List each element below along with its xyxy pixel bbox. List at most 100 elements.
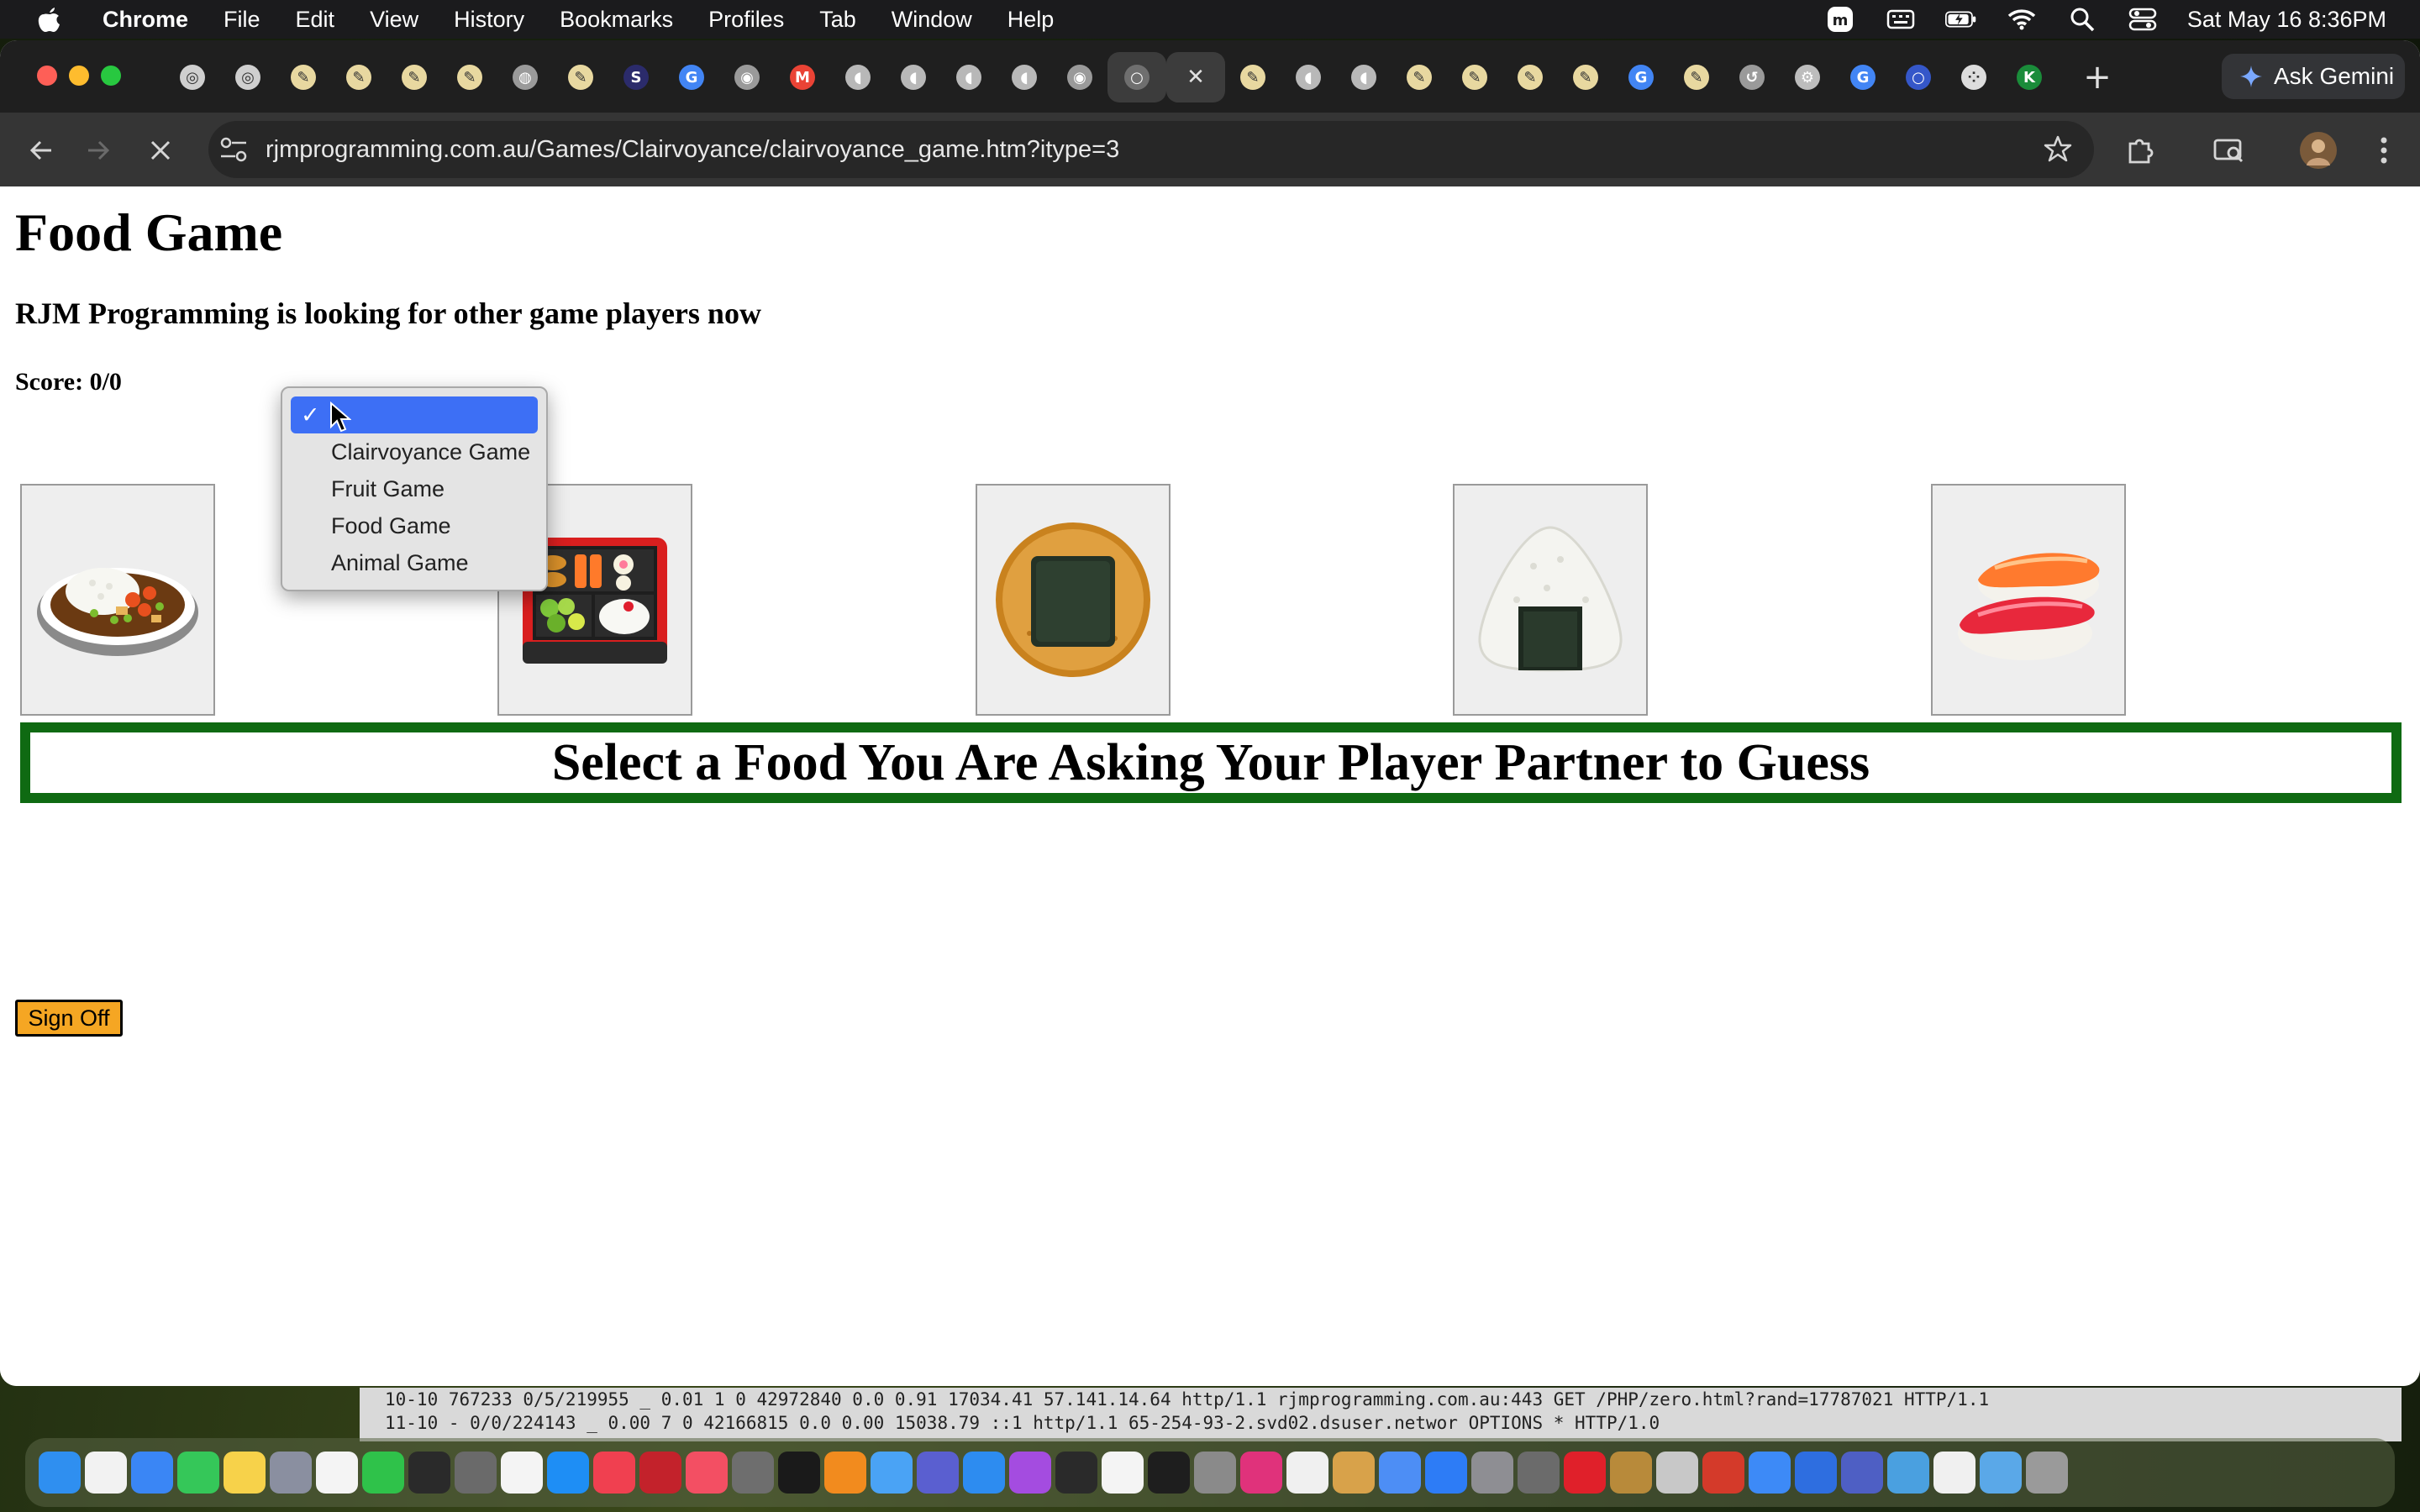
browser-tab[interactable]: K	[2002, 52, 2057, 102]
textedit-icon[interactable]	[501, 1452, 543, 1494]
mastodon-status-icon[interactable]: m	[1824, 7, 1856, 32]
browser-tab[interactable]: ✎	[1392, 52, 1447, 102]
news-icon[interactable]	[593, 1452, 635, 1494]
browser-tab[interactable]: G	[664, 52, 719, 102]
food-card-curry-rice[interactable]	[20, 484, 215, 716]
browser-tab[interactable]: ◉	[1052, 52, 1107, 102]
music-icon[interactable]	[686, 1452, 728, 1494]
freeform-icon[interactable]	[316, 1452, 358, 1494]
opera-icon[interactable]	[1564, 1452, 1606, 1494]
menu-help[interactable]: Help	[1007, 7, 1055, 33]
teams-icon[interactable]	[1841, 1452, 1883, 1494]
browser-tab[interactable]: G	[1613, 52, 1669, 102]
terminal-icon[interactable]	[408, 1452, 450, 1494]
menu-bookmarks[interactable]: Bookmarks	[560, 7, 673, 33]
archive-icon[interactable]	[1610, 1452, 1652, 1494]
browser-tab[interactable]: ✎	[331, 52, 387, 102]
keychain-icon[interactable]	[1887, 1452, 1929, 1494]
windows-icon[interactable]	[1795, 1452, 1837, 1494]
safari-icon[interactable]	[963, 1452, 1005, 1494]
browser-tab[interactable]: ✎	[1558, 52, 1613, 102]
sign-off-button[interactable]: Sign Off	[15, 1000, 123, 1037]
xcode-icon[interactable]	[1749, 1452, 1791, 1494]
browser-tab[interactable]: ✎	[276, 52, 331, 102]
magnifier-icon[interactable]	[1194, 1452, 1236, 1494]
firefox-icon[interactable]	[824, 1452, 866, 1494]
game-select-dropdown[interactable]: ✓ Clairvoyance Game Fruit Game Food Game…	[281, 386, 548, 591]
filezilla-icon[interactable]	[639, 1452, 681, 1494]
browser-tab[interactable]: ◖	[830, 52, 886, 102]
browser-tab[interactable]: ◎	[165, 52, 220, 102]
browser-tab[interactable]: ◖	[886, 52, 941, 102]
dropdown-option-food-game[interactable]: Food Game	[291, 507, 538, 544]
wifi-icon[interactable]	[2006, 7, 2038, 32]
control-center-icon[interactable]	[2127, 7, 2159, 32]
spotlight-search-icon[interactable]	[2066, 7, 2098, 32]
elephant-dock-icon[interactable]	[1656, 1452, 1698, 1494]
terminal2-icon[interactable]	[1148, 1452, 1190, 1494]
forward-arrow-icon[interactable]	[79, 131, 118, 170]
bookmark-star-icon[interactable]	[2044, 134, 2072, 167]
dropdown-option-fruit-game[interactable]: Fruit Game	[291, 470, 538, 507]
browser-tab[interactable]: M	[775, 52, 830, 102]
browser-tab[interactable]: ○	[1107, 52, 1166, 102]
menu-view[interactable]: View	[370, 7, 418, 33]
extensions-puzzle-icon[interactable]	[2121, 131, 2160, 170]
chrome-helper-icon[interactable]	[1333, 1452, 1375, 1494]
browser-tab[interactable]: ✎	[1447, 52, 1502, 102]
reminders-icon[interactable]	[85, 1452, 127, 1494]
profile-avatar[interactable]	[2299, 131, 2338, 170]
browser-tab[interactable]: S	[608, 52, 664, 102]
menu-window[interactable]: Window	[892, 7, 972, 33]
finder-icon[interactable]	[39, 1452, 81, 1494]
launchpad-icon[interactable]	[270, 1452, 312, 1494]
browser-tab[interactable]: ○	[1891, 52, 1946, 102]
browser-tab[interactable]: ✎	[1225, 52, 1281, 102]
stop-loading-icon[interactable]	[141, 131, 180, 170]
menubar-clock[interactable]: Sat May 16 8:36PM	[2187, 7, 2386, 33]
url-text[interactable]: rjmprogramming.com.au/Games/Clairvoyance…	[266, 121, 1119, 178]
browser-tab[interactable]: ◖	[1336, 52, 1392, 102]
bbedit-icon[interactable]	[917, 1452, 959, 1494]
chrome-dock-icon[interactable]	[1379, 1452, 1421, 1494]
browser-tab[interactable]: ◖	[997, 52, 1052, 102]
ask-gemini-button[interactable]: Ask Gemini	[2222, 54, 2405, 99]
battery-icon[interactable]	[1944, 7, 1977, 32]
trash-icon[interactable]	[2026, 1452, 2068, 1494]
appletv-icon[interactable]	[778, 1452, 820, 1494]
kebab-menu-icon[interactable]	[2365, 131, 2403, 170]
messages-icon[interactable]	[177, 1452, 219, 1494]
calendar-icon[interactable]	[1102, 1452, 1144, 1494]
dropdown-option-animal-game[interactable]: Animal Game	[291, 544, 538, 581]
dropdown-option-blank[interactable]: ✓	[291, 396, 538, 433]
podcasts-icon[interactable]	[1009, 1452, 1051, 1494]
site-settings-icon[interactable]	[218, 135, 249, 168]
tab-search-icon[interactable]	[2210, 131, 2249, 170]
preview-icon[interactable]	[1286, 1452, 1328, 1494]
settings-icon[interactable]	[1471, 1452, 1513, 1494]
dropdown-option-clairvoyance-game[interactable]: Clairvoyance Game	[291, 433, 538, 470]
apple-icon[interactable]	[30, 6, 69, 33]
browser-tab[interactable]: ⚙	[1780, 52, 1835, 102]
window-minimize-button[interactable]	[69, 66, 89, 86]
menu-file[interactable]: File	[224, 7, 260, 33]
browser-tab[interactable]: ◍	[497, 52, 553, 102]
browser-tab[interactable]: ✎	[553, 52, 608, 102]
browser-tab[interactable]: G	[1835, 52, 1891, 102]
appstore-icon[interactable]	[547, 1452, 589, 1494]
facetime-icon[interactable]	[362, 1452, 404, 1494]
browser-tab[interactable]: ✎	[1502, 52, 1558, 102]
mail-icon[interactable]	[131, 1452, 173, 1494]
menu-app-name[interactable]: Chrome	[103, 7, 188, 33]
folder-icon[interactable]	[1980, 1452, 2022, 1494]
gimp-icon[interactable]	[1518, 1452, 1560, 1494]
new-tab-icon[interactable]: +	[2077, 57, 2118, 97]
browser-tab[interactable]: ✎	[387, 52, 442, 102]
safari-helper-icon[interactable]	[871, 1452, 913, 1494]
rat-icon[interactable]	[732, 1452, 774, 1494]
browser-tab[interactable]: ✕	[1166, 52, 1225, 102]
browser-tab[interactable]: ◎	[220, 52, 276, 102]
browser-tab[interactable]: ✎	[442, 52, 497, 102]
calculator-icon[interactable]	[455, 1452, 497, 1494]
food-card-sushi[interactable]	[1931, 484, 2126, 716]
